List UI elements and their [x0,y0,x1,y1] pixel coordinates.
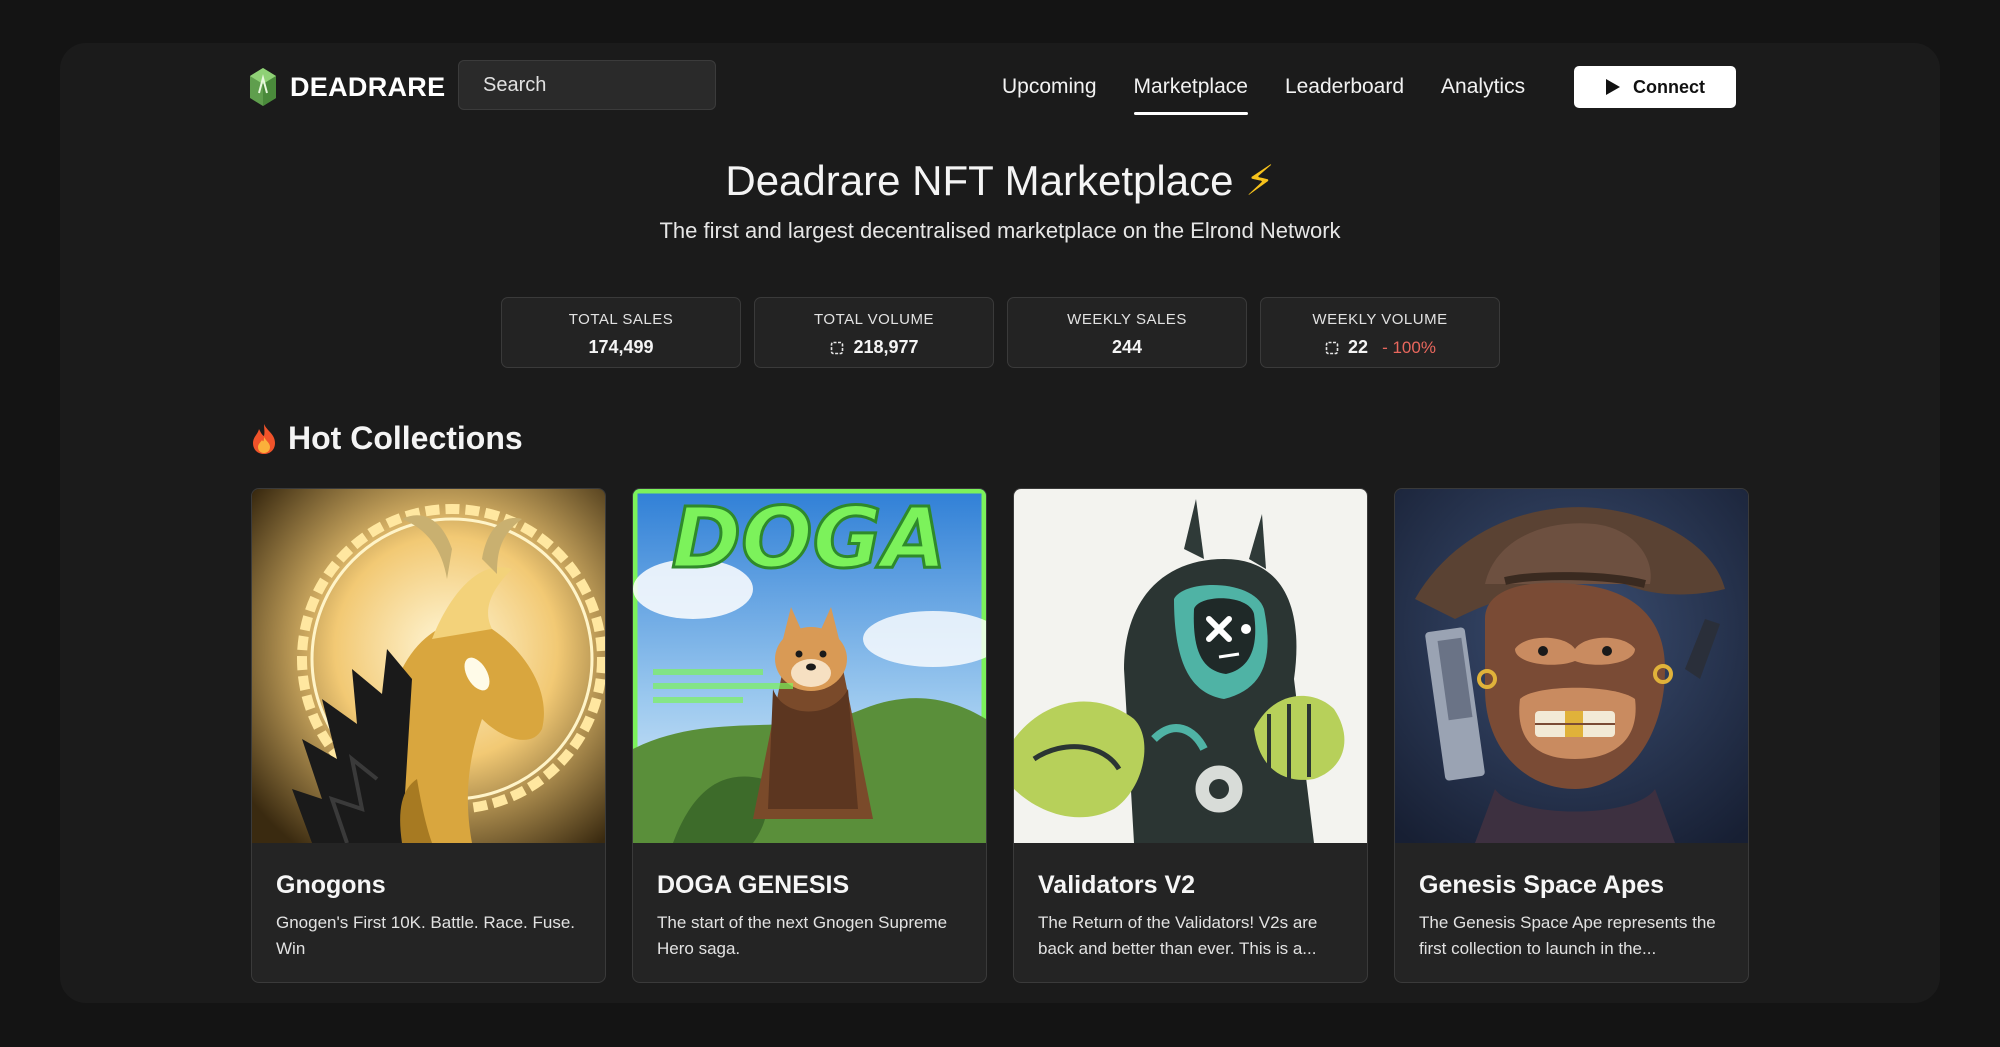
collection-card-gnogons[interactable]: Gnogons Gnogen's First 10K. Battle. Race… [251,488,606,983]
deadrare-gem-icon [250,68,276,106]
collection-description: The start of the next Gnogen Supreme Her… [657,913,948,958]
page-title: Deadrare NFT Marketplace ⚡ [0,156,2000,205]
collection-name: DOGA GENESIS [657,871,850,899]
logo-text: DEADRARE [290,71,446,102]
collection-name: Genesis Space Apes [1419,871,1665,899]
stat-value: 22 [1348,337,1369,357]
card-body: DOGA GENESIS The start of the next Gnoge… [633,843,986,962]
hot-collections-list: Gnogons Gnogen's First 10K. Battle. Race… [251,488,1749,983]
collection-card-genesis-space-apes[interactable]: Genesis Space Apes The Genesis Space Ape… [1394,488,1749,983]
hot-collections-title: Hot Collections [288,420,523,456]
stats-row: TOTAL SALES 174,499 TOTAL VOLUME 218,977… [501,297,1500,368]
lightning-bolt-icon: ⚡ [1245,157,1275,204]
collection-description: Gnogen's First 10K. Battle. Race. Fuse. … [276,913,575,958]
nav-item-marketplace[interactable]: Marketplace [1133,60,1249,115]
card-body: Validators V2 The Return of the Validato… [1014,843,1367,962]
logo[interactable]: DEADRARE [250,67,445,107]
golden-dragon-artwork[interactable] [252,489,605,843]
main-nav: Upcoming Marketplace Leaderboard Analyti… [1002,60,1562,115]
egld-currency-icon [1325,341,1339,354]
stat-value-row: 244 [1008,337,1246,358]
doga-artwork-title: DOGA [671,489,946,587]
stat-value: 174,499 [588,337,654,357]
stat-change-negative: - 100% [1382,337,1436,357]
stat-label: TOTAL VOLUME [814,311,934,328]
page-title-text: Deadrare NFT Marketplace [725,157,1234,204]
doga-shiba-artwork[interactable]: DOGA [633,489,986,843]
card-body: Gnogons Gnogen's First 10K. Battle. Race… [252,843,605,962]
stat-value-row: 174,499 [502,337,740,358]
collection-card-doga-genesis[interactable]: DOGA DOGA GENESIS The start of the next … [632,488,987,983]
egld-currency-icon [831,341,844,354]
connect-button[interactable]: Connect [1574,66,1736,108]
collection-description: The Return of the Validators! V2s are ba… [1038,913,1318,958]
connect-label: Connect [1633,76,1705,97]
stat-label: WEEKLY SALES [1067,311,1187,328]
cowboy-ape-artwork[interactable] [1395,489,1748,843]
stat-weekly-volume: WEEKLY VOLUME 22 - 100% [1260,297,1500,368]
fire-icon [253,423,275,454]
card-body: Genesis Space Apes The Genesis Space Ape… [1395,843,1748,962]
top-navigation: DEADRARE Upcoming Marketplace Leaderboar… [250,60,1738,115]
stat-value: 244 [1111,337,1143,357]
collection-description: The Genesis Space Ape represents the fir… [1419,913,1716,958]
stat-label: TOTAL SALES [568,311,674,328]
hot-collections-heading: Hot Collections [250,420,523,457]
stat-label: WEEKLY VOLUME [1312,311,1448,328]
stat-total-sales: TOTAL SALES 174,499 [501,297,741,368]
nav-item-upcoming[interactable]: Upcoming [1002,60,1097,114]
robot-knight-artwork[interactable] [1014,489,1367,843]
page-subtitle: The first and largest decentralised mark… [659,218,1341,243]
stat-value-row: 218,977 [755,337,993,358]
collection-card-validators-v2[interactable]: Validators V2 The Return of the Validato… [1013,488,1368,983]
stat-value: 218,977 [853,337,919,357]
nav-item-analytics[interactable]: Analytics [1441,60,1525,114]
collection-name: Gnogons [276,871,386,899]
stat-total-volume: TOTAL VOLUME 218,977 [754,297,994,368]
collection-name: Validators V2 [1038,871,1196,899]
nav-item-leaderboard[interactable]: Leaderboard [1285,60,1404,114]
search-input[interactable] [458,60,716,110]
stat-value-row: 22 - 100% [1261,337,1499,358]
stat-weekly-sales: WEEKLY SALES 244 [1007,297,1247,368]
play-icon [1606,79,1620,95]
